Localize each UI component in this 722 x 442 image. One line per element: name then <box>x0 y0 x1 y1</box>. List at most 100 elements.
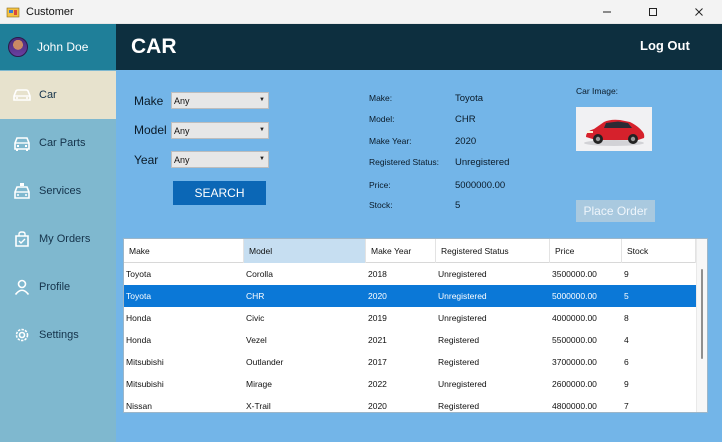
close-icon <box>695 8 703 16</box>
cell-stock: 7 <box>624 401 629 411</box>
cell-year: 2018 <box>368 269 387 279</box>
make-dropdown[interactable]: Any ▼ <box>171 92 269 109</box>
cell-model: Mirage <box>246 379 272 389</box>
detail-year-label: Make Year: <box>369 136 412 146</box>
table-row[interactable]: Toyota Corolla 2018 Unregistered 3500000… <box>124 263 696 285</box>
cell-price: 2600000.00 <box>552 379 597 389</box>
sidebar-item-label: My Orders <box>39 233 91 245</box>
cell-status: Registered <box>438 357 480 367</box>
sidebar: John Doe Car Car Parts Services My Order… <box>0 24 116 442</box>
cell-year: 2020 <box>368 401 387 411</box>
detail-status-label: Registered Status: <box>369 157 439 167</box>
make-dropdown-value: Any <box>174 95 190 106</box>
sidebar-item-label: Services <box>39 185 82 197</box>
user-name: John Doe <box>37 40 89 54</box>
chevron-down-icon: ▼ <box>259 97 265 103</box>
cell-stock: 9 <box>624 379 629 389</box>
model-filter-label: Model <box>134 123 167 137</box>
maximize-icon <box>649 8 657 16</box>
sidebar-item-settings[interactable]: Settings <box>0 311 116 359</box>
sidebar-item-label: Car <box>39 89 57 101</box>
services-icon <box>12 181 32 201</box>
cell-model: X-Trail <box>246 401 271 411</box>
page-title: CAR <box>131 35 177 58</box>
car-image-label: Car Image: <box>576 86 619 96</box>
column-header-stock[interactable]: Stock <box>622 239 696 263</box>
column-header-model[interactable]: Model <box>244 239 366 263</box>
avatar <box>8 37 28 57</box>
chevron-down-icon: ▼ <box>259 156 265 162</box>
minimize-button[interactable] <box>584 0 630 24</box>
make-filter-label: Make <box>134 94 164 108</box>
sidebar-item-profile[interactable]: Profile <box>0 263 116 311</box>
close-button[interactable] <box>676 0 722 24</box>
cell-year: 2017 <box>368 357 387 367</box>
cell-status: Unregistered <box>438 291 487 301</box>
table-row-selected[interactable]: Toyota CHR 2020 Unregistered 5000000.00 … <box>124 285 696 307</box>
cell-price: 3700000.00 <box>552 357 597 367</box>
search-button[interactable]: SEARCH <box>173 181 266 205</box>
column-header-registered-status[interactable]: Registered Status <box>436 239 550 263</box>
cell-model: Civic <box>246 313 265 323</box>
cell-status: Unregistered <box>438 313 487 323</box>
maximize-button[interactable] <box>630 0 676 24</box>
column-header-make[interactable]: Make <box>124 239 244 263</box>
detail-make-value: Toyota <box>455 93 483 104</box>
detail-year-value: 2020 <box>455 136 477 147</box>
column-header-price[interactable]: Price <box>550 239 622 263</box>
cell-stock: 9 <box>624 269 629 279</box>
car-parts-icon <box>12 133 32 153</box>
cell-make: Mitsubishi <box>126 379 164 389</box>
detail-model-label: Model: <box>369 114 395 124</box>
cell-year: 2022 <box>368 379 387 389</box>
cell-status: Unregistered <box>438 269 487 279</box>
shopping-bag-icon <box>12 229 32 249</box>
cell-status: Unregistered <box>438 379 487 389</box>
table-row[interactable]: Mitsubishi Outlander 2017 Registered 370… <box>124 351 696 373</box>
column-header-make-year[interactable]: Make Year <box>366 239 436 263</box>
sidebar-item-my-orders[interactable]: My Orders <box>0 215 116 263</box>
user-icon <box>12 277 32 297</box>
cell-price: 5000000.00 <box>552 291 597 301</box>
cell-model: Vezel <box>246 335 267 345</box>
chevron-down-icon: ▼ <box>259 127 265 133</box>
header: CAR Log Out <box>116 24 722 70</box>
model-dropdown[interactable]: Any ▼ <box>171 122 269 139</box>
table-scrollbar[interactable] <box>696 239 707 412</box>
year-filter-label: Year <box>134 153 159 167</box>
logout-button[interactable]: Log Out <box>640 38 690 53</box>
table-row[interactable]: Honda Civic 2019 Unregistered 4000000.00… <box>124 307 696 329</box>
cell-price: 3500000.00 <box>552 269 597 279</box>
window-title: Customer <box>26 5 74 18</box>
detail-model-value: CHR <box>455 114 476 125</box>
year-dropdown[interactable]: Any ▼ <box>171 151 269 168</box>
year-dropdown-value: Any <box>174 154 190 165</box>
minimize-icon <box>603 11 611 13</box>
cell-price: 4800000.00 <box>552 401 597 411</box>
table-row[interactable]: Mitsubishi Mirage 2022 Unregistered 2600… <box>124 373 696 395</box>
app-icon <box>6 7 20 17</box>
model-dropdown-value: Any <box>174 125 190 136</box>
cell-make: Toyota <box>126 291 152 301</box>
sidebar-item-services[interactable]: Services <box>0 167 116 215</box>
sidebar-item-car[interactable]: Car <box>0 71 116 119</box>
cell-model: Outlander <box>246 357 284 367</box>
place-order-button[interactable]: Place Order <box>576 200 655 222</box>
cell-status: Registered <box>438 401 480 411</box>
cell-make: Toyota <box>126 269 152 279</box>
cell-model: CHR <box>246 291 265 301</box>
table-header: Make Model Make Year Registered Status P… <box>124 239 696 263</box>
cell-model: Corolla <box>246 269 273 279</box>
cell-stock: 4 <box>624 335 629 345</box>
scrollbar-thumb[interactable] <box>701 269 703 359</box>
cell-stock: 8 <box>624 313 629 323</box>
table-row[interactable]: Nissan X-Trail 2020 Registered 4800000.0… <box>124 395 696 412</box>
cars-table: Make Model Make Year Registered Status P… <box>123 238 708 413</box>
table-row[interactable]: Honda Vezel 2021 Registered 5500000.00 4 <box>124 329 696 351</box>
sidebar-item-label: Settings <box>39 329 79 341</box>
sidebar-item-car-parts[interactable]: Car Parts <box>0 119 116 167</box>
cell-price: 5500000.00 <box>552 335 597 345</box>
cell-year: 2020 <box>368 291 387 301</box>
sidebar-item-label: Profile <box>39 281 71 293</box>
car-icon <box>12 85 32 105</box>
